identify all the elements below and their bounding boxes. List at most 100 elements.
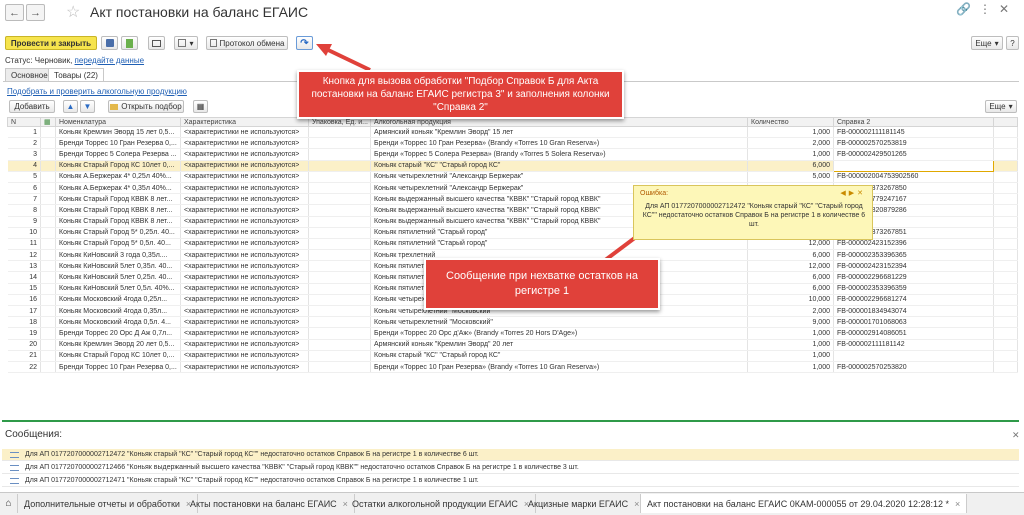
cell-package[interactable] xyxy=(308,171,371,183)
table-row[interactable]: 22 Бренди Торрес 10 Гран Резерва 0,... <ха… xyxy=(7,361,1018,374)
cell-nomenclature[interactable]: Коньяк Старый Город 5* 0,25л. 40... xyxy=(55,227,181,239)
table-row[interactable]: 4 Коньяк Старый Город КС 10лет 0,... <хара… xyxy=(7,159,1018,172)
cell-reference2[interactable]: FB-000001834943074 xyxy=(833,305,994,318)
cell-n[interactable]: 14 xyxy=(7,271,41,284)
cell-nomenclature[interactable]: Коньяк Старый Город КВВК 8 лет... xyxy=(55,216,181,228)
table-row[interactable]: 18 Коньяк Московский 4года 0,5л. 4... <хар… xyxy=(7,316,1018,329)
cell-n[interactable]: 2 xyxy=(7,137,41,150)
cell-n[interactable]: 20 xyxy=(7,339,41,351)
cell-package[interactable] xyxy=(308,238,371,251)
table-row[interactable]: 1 Коньяк Кремлин Эворд 15 лет 0,5... <хара… xyxy=(7,126,1018,139)
cell-reference2[interactable]: FB-000002353396365 xyxy=(833,249,994,262)
col-quantity[interactable]: Количество xyxy=(747,117,834,127)
cell-package[interactable] xyxy=(308,249,371,262)
cell-characteristic[interactable]: <характеристики не используются> xyxy=(180,160,309,172)
cell-alcohol[interactable]: Коньяк четырехлетний "Александр Бержерак… xyxy=(370,171,748,183)
cell-package[interactable] xyxy=(308,327,371,340)
cell-reference2[interactable]: FB-000001701068063 xyxy=(833,316,994,329)
cell-nomenclature[interactable]: Коньяк Старый Город КВВК 8 лет... xyxy=(55,193,181,206)
cell-nomenclature[interactable]: Бренди Торрес 10 Гран Резерва 0,... xyxy=(55,137,181,150)
post-button[interactable] xyxy=(121,36,138,50)
cell-n[interactable]: 17 xyxy=(7,305,41,318)
cell-reference2[interactable]: FB-000002914086051 xyxy=(833,327,994,340)
link-icon[interactable]: 🔗 xyxy=(956,2,979,16)
table-row[interactable]: 19 Бренди Торрес 20 Орс Д Аж 0,7л... <хара… xyxy=(7,327,1018,340)
cell-reference2[interactable]: FB-000002423152394 xyxy=(833,260,994,273)
cell-reference2[interactable]: FB-000002570253819 xyxy=(833,137,994,150)
cell-n[interactable]: 12 xyxy=(7,249,41,262)
cell-reference2[interactable]: FB-000002423152396 xyxy=(833,238,994,251)
cell-package[interactable] xyxy=(308,227,371,239)
open-pick-button[interactable]: Открыть подбор xyxy=(108,100,184,113)
cell-nomenclature[interactable]: Коньяк А.Бержерак 4* 0,25л 40%... xyxy=(55,171,181,183)
exchange-protocol-button[interactable]: Протокол обмена xyxy=(206,36,288,50)
cell-quantity[interactable]: 10,000 xyxy=(747,294,834,307)
close-icon[interactable]: ✕ xyxy=(1012,430,1020,441)
message-item[interactable]: Для АП 0177207000002712471 "Коньяк стары… xyxy=(2,475,1019,487)
cell-characteristic[interactable]: <характеристики не используются> xyxy=(180,327,309,340)
cell-quantity[interactable]: 6,000 xyxy=(747,160,834,172)
cell-package[interactable] xyxy=(308,126,371,139)
cell-alcohol[interactable]: Коньяк старый "КС" "Старый город КС" xyxy=(370,350,748,362)
window-tab[interactable]: Акцизные марки ЕГАИС × xyxy=(522,494,647,513)
cell-reference2[interactable]: FB-000002111181142 xyxy=(833,339,994,351)
move-down-button[interactable]: ▼ xyxy=(80,100,95,113)
cell-reference2[interactable] xyxy=(833,159,994,172)
add-button[interactable]: Добавить xyxy=(9,100,55,113)
table-row[interactable]: 3 Бренди Торрес 5 Солера Резерва ... <хара… xyxy=(7,148,1018,161)
cell-characteristic[interactable]: <характеристики не используются> xyxy=(180,182,309,195)
cell-nomenclature[interactable]: Бренди Торрес 5 Солера Резерва ... xyxy=(55,148,181,161)
cell-nomenclature[interactable]: Коньяк Московский 4года 0,5л. 4... xyxy=(55,316,181,329)
cell-quantity[interactable]: 12,000 xyxy=(747,238,834,251)
cell-n[interactable]: 6 xyxy=(7,182,41,195)
cell-nomenclature[interactable]: Коньяк Старый Город КВВК 8 лет... xyxy=(55,204,181,217)
col-nomenclature[interactable]: Номенклатура xyxy=(55,117,181,127)
cell-n[interactable]: 1 xyxy=(7,126,41,139)
cell-nomenclature[interactable]: Коньяк КиНовский 5лет 0,25л. 40... xyxy=(55,271,181,284)
cell-alcohol[interactable]: Бренди «Торрес 5 Солера Резерва» (Brandy… xyxy=(370,148,748,161)
cell-nomenclature[interactable]: Бренди Торрес 10 Гран Резерва 0,... xyxy=(55,361,181,374)
cell-quantity[interactable]: 12,000 xyxy=(747,260,834,273)
cell-characteristic[interactable]: <характеристики не используются> xyxy=(180,227,309,239)
cell-characteristic[interactable]: <характеристики не используются> xyxy=(180,216,309,228)
pick-check-alcohol-link[interactable]: Подобрать и проверить алкогольную продук… xyxy=(7,87,187,96)
cell-n[interactable]: 5 xyxy=(7,171,41,183)
cell-characteristic[interactable]: <характеристики не используются> xyxy=(180,193,309,206)
col-characteristic[interactable]: Характеристика xyxy=(180,117,309,127)
cell-reference2[interactable]: FB-000002296681274 xyxy=(833,294,994,307)
cell-quantity[interactable]: 1,000 xyxy=(747,148,834,161)
barcode-button[interactable]: ▦ xyxy=(193,100,208,113)
cell-n[interactable]: 18 xyxy=(7,316,41,329)
col-n[interactable]: N xyxy=(7,117,41,127)
cell-n[interactable]: 16 xyxy=(7,294,41,307)
cell-characteristic[interactable]: <характеристики не используются> xyxy=(180,361,309,374)
cell-n[interactable]: 15 xyxy=(7,283,41,295)
create-based-button[interactable]: ▾ xyxy=(174,36,198,50)
more-button[interactable]: Еще ▾ xyxy=(971,36,1003,50)
back-button[interactable]: ← xyxy=(5,4,24,21)
cell-nomenclature[interactable]: Коньяк КиНовский 5лет 0,5л. 40%... xyxy=(55,283,181,295)
cell-package[interactable] xyxy=(308,271,371,284)
cell-package[interactable] xyxy=(308,305,371,318)
cell-n[interactable]: 21 xyxy=(7,350,41,362)
cell-quantity[interactable]: 1,000 xyxy=(747,126,834,139)
message-item[interactable]: Для АП 0177207000002712466 "Коньяк выдер… xyxy=(2,462,1019,474)
cell-package[interactable] xyxy=(308,260,371,273)
home-tab[interactable]: ⌂ xyxy=(0,494,18,513)
cell-n[interactable]: 10 xyxy=(7,227,41,239)
close-icon[interactable]: ✕ xyxy=(857,190,866,197)
cell-nomenclature[interactable]: Коньяк А.Бержерак 4* 0,35л 40%... xyxy=(55,182,181,195)
cell-n[interactable]: 11 xyxy=(7,238,41,251)
menu-dots-icon[interactable]: ⋮ xyxy=(979,2,999,16)
cell-alcohol[interactable]: Бренди «Торрес 20 Орс д'Аж» (Brandy «Tor… xyxy=(370,327,748,340)
close-icon[interactable]: ✕ xyxy=(999,2,1017,16)
window-tab[interactable]: Остатки алкогольной продукции ЕГАИС × xyxy=(346,494,537,513)
cell-alcohol[interactable]: Армянский коньяк "Кремлин Эворд" 20 лет xyxy=(370,339,748,351)
message-item[interactable]: Для АП 0177207000002712472 "Коньяк стары… xyxy=(2,449,1019,461)
cell-alcohol[interactable]: Армянский коньяк "Кремлин Эворд" 15 лет xyxy=(370,126,748,139)
cell-package[interactable] xyxy=(308,160,371,172)
table-row[interactable]: 2 Бренди Торрес 10 Гран Резерва 0,... <хар… xyxy=(7,137,1018,150)
cell-reference2[interactable]: FB-000002429501265 xyxy=(833,148,994,161)
cell-n[interactable]: 4 xyxy=(7,160,41,172)
cell-characteristic[interactable]: <характеристики не используются> xyxy=(180,148,309,161)
